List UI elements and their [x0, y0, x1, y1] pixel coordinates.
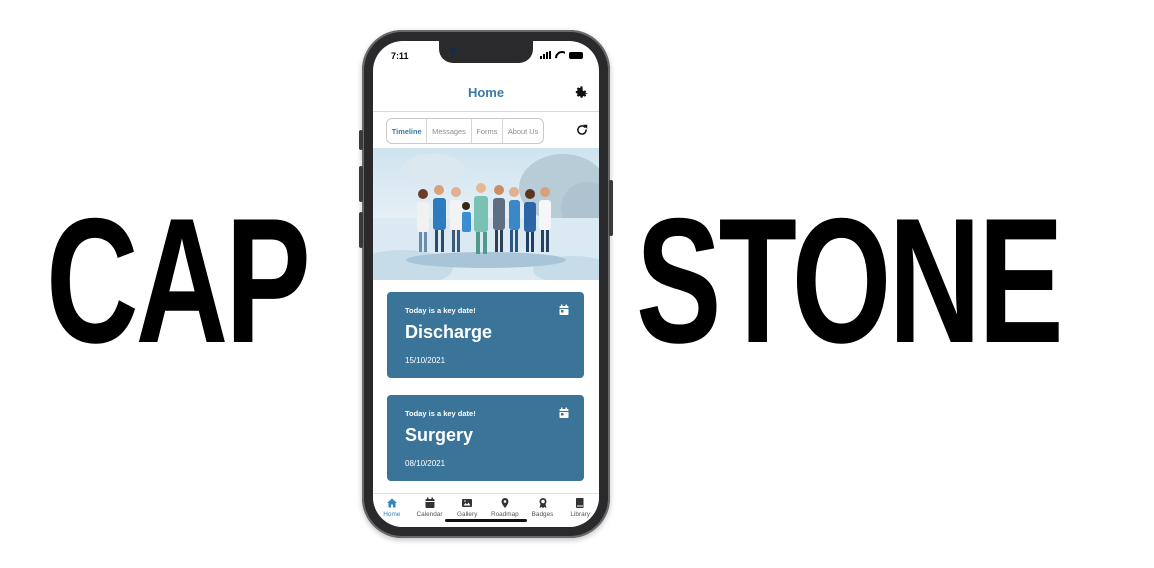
- home-icon: [386, 498, 397, 508]
- notch: [439, 41, 533, 63]
- status-time: 7:11: [391, 51, 409, 61]
- tabbar-label: Roadmap: [490, 511, 519, 518]
- phone-mute-switch: [359, 130, 363, 150]
- tabbar-item-calendar[interactable]: Calendar: [411, 494, 449, 527]
- phone-power-button: [609, 180, 613, 236]
- segment-tabs: Timeline Messages Forms About Us: [386, 118, 544, 144]
- tabbar-item-library[interactable]: Library: [561, 494, 599, 527]
- home-indicator: [445, 519, 527, 522]
- hero-word-left: CAP: [46, 181, 311, 380]
- tabbar-label: Library: [570, 511, 590, 518]
- card-kicker: Today is a key date!: [405, 409, 476, 418]
- card-date: 08/10/2021: [405, 459, 446, 468]
- wifi-icon: [555, 51, 565, 59]
- tabbar-label: Calendar: [416, 511, 443, 518]
- refresh-icon[interactable]: [575, 123, 589, 137]
- signal-icon: [540, 51, 551, 59]
- card-kicker: Today is a key date!: [405, 306, 476, 315]
- tabbar-item-gallery[interactable]: Gallery: [448, 494, 486, 527]
- badge-icon: [539, 498, 547, 508]
- image-icon: [462, 499, 473, 507]
- calendar-icon: [425, 497, 434, 508]
- card-date: 15/10/2021: [405, 356, 446, 365]
- hero-word-right: STONE: [636, 181, 1064, 380]
- tabbar-item-badges[interactable]: Badges: [524, 494, 562, 527]
- battery-icon: [569, 51, 583, 59]
- book-icon: [576, 498, 584, 508]
- phone-mockup: 7:11 Home Timeline Messages Forms About …: [359, 30, 613, 538]
- gear-icon[interactable]: [573, 85, 589, 101]
- camera-icon: [449, 47, 457, 55]
- tabbar-label: Home: [383, 511, 401, 518]
- phone-volume-down: [359, 212, 363, 248]
- card-title: Discharge: [405, 322, 493, 342]
- app-screen: 7:11 Home Timeline Messages Forms About …: [373, 41, 599, 527]
- tab-forms[interactable]: Forms: [470, 119, 502, 143]
- key-date-card[interactable]: Today is a key date! Discharge 15/10/202…: [387, 292, 584, 378]
- tab-timeline[interactable]: Timeline: [387, 119, 426, 143]
- card-title: Surgery: [405, 425, 474, 445]
- tab-messages[interactable]: Messages: [426, 119, 470, 143]
- app-header: Home: [373, 81, 599, 107]
- calendar-icon: [559, 304, 569, 315]
- staff-illustration: [373, 148, 599, 280]
- tabbar-item-home[interactable]: Home: [373, 494, 411, 527]
- tabbar-item-roadmap[interactable]: Roadmap: [486, 494, 524, 527]
- map-pin-icon: [501, 498, 509, 508]
- phone-volume-up: [359, 166, 363, 202]
- status-icons: [540, 51, 583, 59]
- tabbar-label: Badges: [531, 511, 554, 518]
- page-title: Home: [467, 85, 505, 100]
- tab-about-us[interactable]: About Us: [502, 119, 543, 143]
- tabbar-label: Gallery: [457, 511, 478, 518]
- calendar-icon: [559, 407, 569, 418]
- header-divider: [373, 111, 599, 112]
- key-date-card[interactable]: Today is a key date! Surgery 08/10/2021: [387, 395, 584, 481]
